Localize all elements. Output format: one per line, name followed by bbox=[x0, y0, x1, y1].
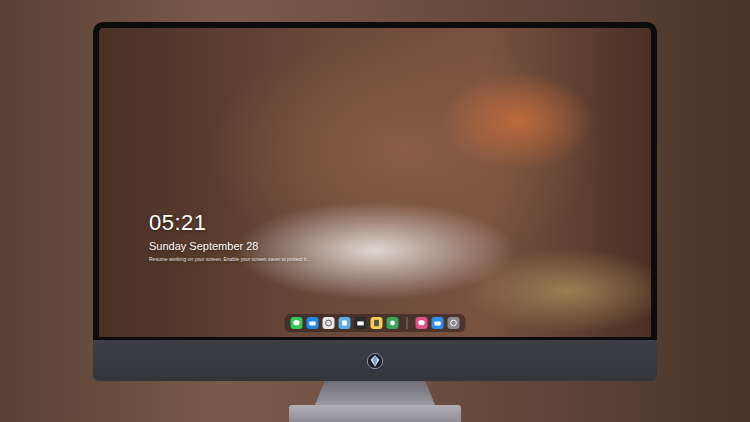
dock-app-icon[interactable] bbox=[355, 317, 367, 329]
monitor-stand-base bbox=[289, 405, 461, 422]
brand-logo-icon bbox=[366, 352, 384, 370]
dock-app-icon[interactable] bbox=[307, 317, 319, 329]
dock-app-icon[interactable] bbox=[416, 317, 428, 329]
dock-app-icon[interactable] bbox=[323, 317, 335, 329]
monitor-stand-neck bbox=[315, 381, 435, 405]
dock-app-icon[interactable] bbox=[371, 317, 383, 329]
dock-app-icon[interactable] bbox=[448, 317, 460, 329]
dock-app-icon[interactable] bbox=[339, 317, 351, 329]
clock-time: 05:21 bbox=[149, 211, 310, 235]
dock-app-icon[interactable] bbox=[291, 317, 303, 329]
dock-separator bbox=[407, 317, 408, 329]
monitor-mockup: 05:21 Sunday September 28 Resume working o… bbox=[0, 0, 750, 422]
clock-date: Sunday September 28 bbox=[149, 239, 310, 253]
dock-app-icon[interactable] bbox=[432, 317, 444, 329]
monitor-chin bbox=[93, 340, 657, 381]
dock-app-icon[interactable] bbox=[387, 317, 399, 329]
lock-clock-panel: 05:21 Sunday September 28 Resume working o… bbox=[149, 211, 310, 263]
dock bbox=[285, 314, 466, 332]
desktop-screen: 05:21 Sunday September 28 Resume working o… bbox=[93, 22, 657, 340]
lock-note: Resume working on your screen. Enable yo… bbox=[149, 256, 310, 263]
